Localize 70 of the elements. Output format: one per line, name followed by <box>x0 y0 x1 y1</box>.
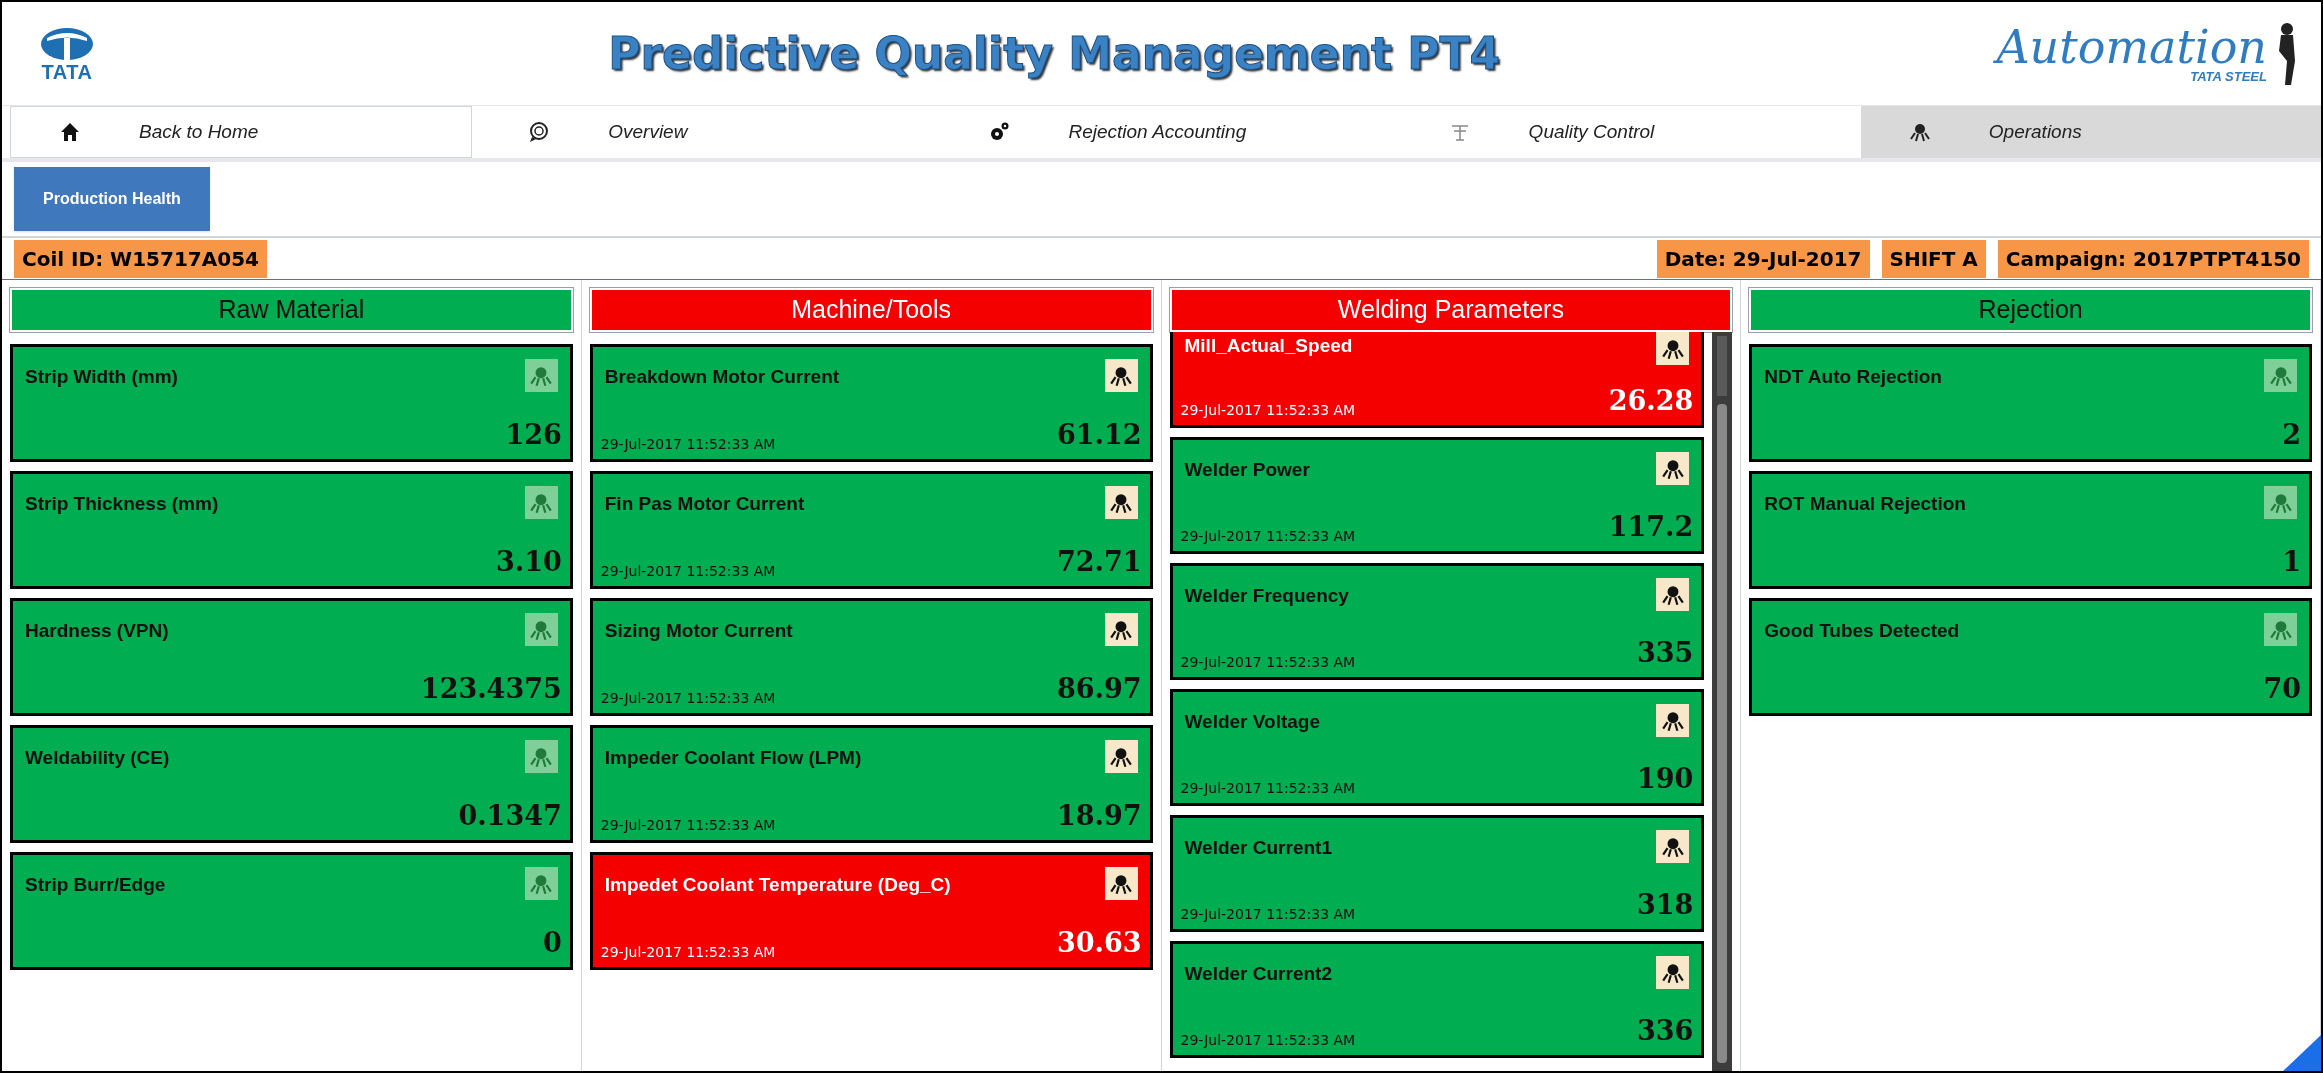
timestamp: 29-Jul-2017 11:52:33 AM <box>1180 653 1356 672</box>
metric-value: 26.28 <box>1608 383 1694 418</box>
octopus-icon <box>1908 121 1931 143</box>
metric-label: Breakdown Motor Current <box>604 365 841 389</box>
metric-value: 1 <box>2282 544 2301 579</box>
info-badge: Campaign: 2017PTPT4150 <box>1997 239 2309 278</box>
metric-value: 70 <box>2263 671 2301 706</box>
info-badge: Coil ID: W15717A054 <box>14 239 267 278</box>
metric-value: 318 <box>1636 887 1694 922</box>
target-icon <box>528 121 551 143</box>
metric-label: Strip Burr/Edge <box>25 873 167 897</box>
timestamp: 29-Jul-2017 11:52:33 AM <box>600 562 776 581</box>
metric-value: 126 <box>505 417 562 452</box>
tata-logo-icon <box>39 25 95 62</box>
app-title: Predictive Quality Management PT4 <box>608 26 1501 81</box>
metric-label: Good Tubes Detected <box>1764 619 1961 643</box>
metric-value: 86.97 <box>1056 671 1142 706</box>
column-header: Welding Parameters <box>1169 288 1733 332</box>
metric-value: 72.71 <box>1056 544 1142 579</box>
timestamp: 29-Jul-2017 11:52:33 AM <box>1180 527 1356 546</box>
timestamp: 29-Jul-2017 11:52:33 AM <box>600 816 776 835</box>
column-header: Raw Material <box>10 288 573 332</box>
metric-value: 0.1347 <box>458 798 562 833</box>
timestamp: 29-Jul-2017 11:52:33 AM <box>600 943 776 962</box>
home-icon <box>59 121 81 143</box>
gears-icon <box>988 121 1011 143</box>
metric-label: Weldability (CE) <box>25 746 171 770</box>
nav-tab[interactable]: Operations <box>1860 106 2321 158</box>
metric-label: Sizing Motor Current <box>604 619 794 643</box>
timestamp: 29-Jul-2017 11:52:33 AM <box>1180 905 1356 924</box>
metric-value: 123.4375 <box>420 671 562 706</box>
metric-value: 18.97 <box>1056 798 1142 833</box>
metric-value: 336 <box>1636 1013 1694 1048</box>
metric-label: ROT Manual Rejection <box>1764 492 1967 516</box>
column-header: Rejection <box>1749 288 2312 332</box>
timestamp: 29-Jul-2017 11:52:33 AM <box>1180 401 1356 420</box>
metric-value: 30.63 <box>1056 925 1142 960</box>
scrollbar[interactable] <box>1712 332 1733 1071</box>
timestamp: 29-Jul-2017 11:52:33 AM <box>1180 1031 1356 1050</box>
metric-label: Mill_Actual_Speed <box>1184 334 1354 358</box>
metric-value: 2 <box>2282 417 2301 452</box>
metric-label: Welder Current1 <box>1184 836 1333 860</box>
corner-mark <box>2281 1035 2321 1071</box>
metric-label: Welder Voltage <box>1184 710 1321 734</box>
timestamp: 29-Jul-2017 11:52:33 AM <box>600 435 776 454</box>
timestamp: 29-Jul-2017 11:52:33 AM <box>600 689 776 708</box>
metric-label: Impedet Coolant Temperature (Deg_C) <box>604 873 952 897</box>
metric-value: 3.10 <box>496 544 562 579</box>
metric-label: Hardness (VPN) <box>25 619 170 643</box>
metric-value: 117.2 <box>1608 509 1694 544</box>
metric-label: Fin Pas Motor Current <box>604 492 806 516</box>
info-badge: Date: 29-Jul-2017 <box>1656 239 1870 278</box>
production-health-button[interactable]: Production Health <box>14 167 210 231</box>
metric-label: Welder Power <box>1184 458 1311 482</box>
column-header: Machine/Tools <box>589 288 1153 332</box>
metric-label: Strip Thickness (mm) <box>25 492 220 516</box>
metric-label: Welder Current2 <box>1184 962 1333 986</box>
nav-tab[interactable]: Back to Home <box>10 106 473 158</box>
metric-label: Welder Frequency <box>1184 584 1350 608</box>
metric-value: 61.12 <box>1056 417 1142 452</box>
timestamp: 29-Jul-2017 11:52:33 AM <box>1180 779 1356 798</box>
metric-label: Impeder Coolant Flow (LPM) <box>604 746 863 770</box>
metric-value: 190 <box>1636 761 1694 796</box>
metric-label: NDT Auto Rejection <box>1764 365 1943 389</box>
metric-label: Strip Width (mm) <box>25 365 179 389</box>
info-badge: SHIFT A <box>1881 239 1986 278</box>
logo-text: TATA <box>41 61 93 82</box>
metric-value: 335 <box>1636 635 1694 670</box>
logo-subtext: TATA STEEL <box>2190 70 2267 83</box>
metric-value: 0 <box>542 925 562 960</box>
